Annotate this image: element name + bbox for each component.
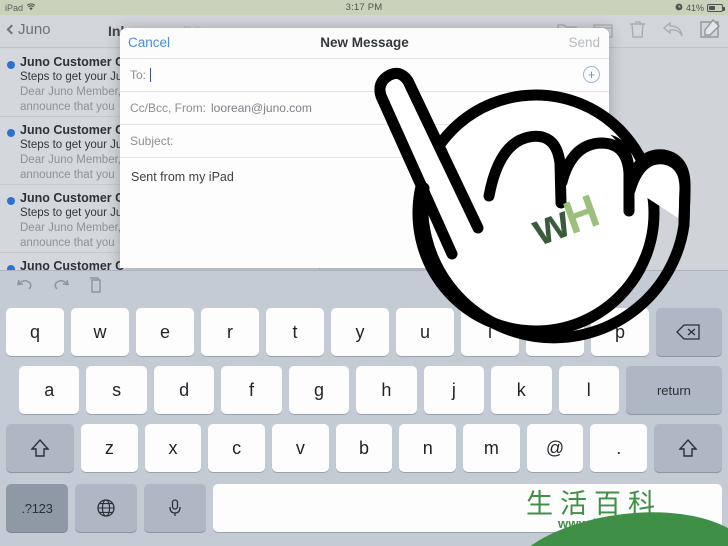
message-body[interactable]: Sent from my iPad xyxy=(120,157,609,267)
key-g[interactable]: g xyxy=(288,366,350,414)
key-j[interactable]: j xyxy=(423,366,485,414)
send-button[interactable]: Send xyxy=(568,35,600,50)
key-t[interactable]: t xyxy=(266,308,324,356)
cc-from-label: Cc/Bcc, From: xyxy=(130,101,207,115)
battery-icon xyxy=(707,3,725,12)
chevron-left-icon xyxy=(6,24,17,35)
subject-field-row[interactable]: Subject: xyxy=(120,124,609,157)
key-s[interactable]: s xyxy=(86,366,147,414)
key-l[interactable]: l xyxy=(558,366,619,414)
key-d[interactable]: d xyxy=(153,366,215,414)
key-at[interactable]: @ xyxy=(526,424,584,472)
new-message-modal: Cancel New Message Send To: + Cc/Bcc, Fr… xyxy=(120,28,609,268)
to-label: To: xyxy=(130,68,147,82)
keyboard-row-4: .?123 xyxy=(0,477,728,539)
return-key[interactable]: return xyxy=(625,366,722,414)
key-k[interactable]: k xyxy=(491,366,552,414)
unread-dot xyxy=(7,129,15,137)
add-contact-icon[interactable]: + xyxy=(583,66,600,83)
key-h[interactable]: h xyxy=(356,366,417,414)
paste-icon[interactable] xyxy=(88,276,103,298)
email-signature: Sent from my iPad xyxy=(131,170,234,184)
modal-header: Cancel New Message Send xyxy=(120,28,609,58)
key-a[interactable]: a xyxy=(19,366,80,414)
shift-icon[interactable] xyxy=(6,424,74,472)
key-w[interactable]: w xyxy=(71,308,129,356)
key-b[interactable]: b xyxy=(335,424,393,472)
key-r[interactable]: r xyxy=(201,308,259,356)
keyboard-toolbar xyxy=(0,271,728,303)
from-address: loorean@juno.com xyxy=(211,101,312,115)
back-to-juno-button[interactable]: Juno xyxy=(6,21,51,38)
globe-icon[interactable] xyxy=(75,484,137,532)
to-field-row[interactable]: To: + xyxy=(120,58,609,91)
mic-icon[interactable] xyxy=(144,484,206,532)
undo-icon[interactable] xyxy=(16,278,34,297)
trash-icon[interactable] xyxy=(629,19,646,44)
key-q[interactable]: q xyxy=(6,308,64,356)
clock: 3:17 PM xyxy=(345,2,383,13)
battery-percent: 41% xyxy=(685,2,704,13)
compose-icon[interactable] xyxy=(700,18,720,44)
modal-title: New Message xyxy=(320,35,409,50)
redo-icon[interactable] xyxy=(52,278,70,297)
space-key[interactable] xyxy=(213,484,722,532)
status-bar-right: 41% xyxy=(675,2,725,13)
keyboard-row-1: q w e r t y u i o p xyxy=(0,303,728,361)
key-y[interactable]: y xyxy=(331,308,389,356)
keyboard-row-3: z x c v b n m @ . xyxy=(0,419,728,477)
numbers-key[interactable]: .?123 xyxy=(6,484,68,532)
text-caret xyxy=(150,68,152,82)
key-z[interactable]: z xyxy=(81,424,138,472)
key-f[interactable]: f xyxy=(221,366,282,414)
key-o[interactable]: o xyxy=(526,308,584,356)
key-period[interactable]: . xyxy=(590,424,648,472)
unread-dot xyxy=(7,197,15,205)
key-e[interactable]: e xyxy=(136,308,194,356)
delete-icon[interactable] xyxy=(656,308,722,356)
key-m[interactable]: m xyxy=(463,424,520,472)
key-v[interactable]: v xyxy=(272,424,329,472)
back-label: Juno xyxy=(18,21,51,38)
onscreen-keyboard: q w e r t y u i o p a s d f g h j k l re… xyxy=(0,270,728,546)
shift-icon-right[interactable] xyxy=(654,424,723,472)
ipad-screen: iPad 3:17 PM 41% Juno Juno Customer C St… xyxy=(0,0,728,546)
key-p[interactable]: p xyxy=(591,308,649,356)
key-x[interactable]: x xyxy=(144,424,202,472)
unread-dot xyxy=(7,61,15,69)
keyboard-row-2: a s d f g h j k l return xyxy=(0,361,728,419)
reply-icon[interactable] xyxy=(662,20,684,43)
subject-label: Subject: xyxy=(130,134,174,148)
key-c[interactable]: c xyxy=(208,424,266,472)
key-u[interactable]: u xyxy=(396,308,454,356)
status-bar: iPad 3:17 PM 41% xyxy=(0,0,728,15)
cc-from-field-row[interactable]: Cc/Bcc, From: loorean@juno.com xyxy=(120,91,609,124)
alarm-icon xyxy=(675,3,683,13)
key-n[interactable]: n xyxy=(399,424,457,472)
key-i[interactable]: i xyxy=(461,308,519,356)
